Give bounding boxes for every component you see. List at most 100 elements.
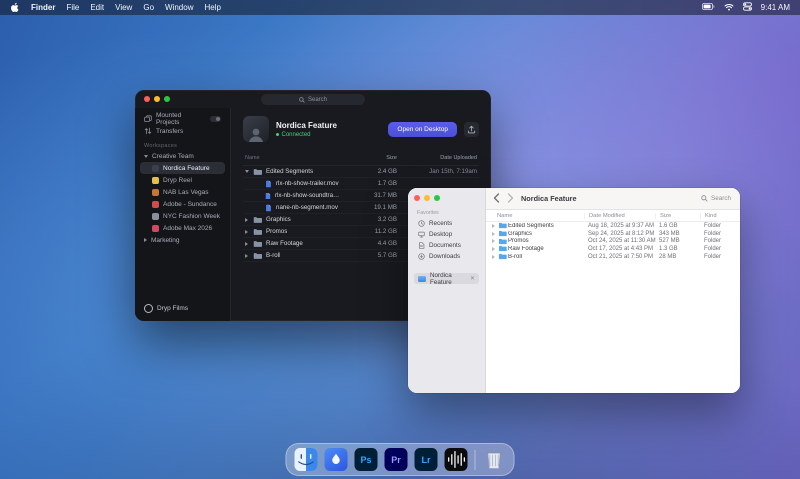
sidebar-item-label: Nordica Feature (163, 165, 210, 172)
column-date-uploaded[interactable]: Date Uploaded (397, 155, 477, 161)
disclosure-closed-icon[interactable] (492, 247, 495, 251)
dock-lightroom[interactable]: Lr (415, 448, 438, 471)
status-dot-icon (276, 133, 279, 136)
zoom-button[interactable] (164, 96, 170, 102)
workspace-icon (152, 213, 159, 220)
menu-item-window[interactable]: Window (165, 3, 193, 12)
column-date-modified[interactable]: Date Modified (584, 213, 659, 219)
eject-button[interactable]: ✕ (470, 275, 475, 282)
menu-item-view[interactable]: View (115, 3, 132, 12)
wifi-icon[interactable] (724, 3, 734, 13)
apple-menu-icon[interactable] (10, 2, 20, 13)
menu-clock[interactable]: 9:41 AM (761, 3, 790, 12)
sidebar-item-label: NAB Las Vegas (163, 189, 209, 196)
file-icon (265, 192, 271, 200)
sidebar-item-downloads[interactable]: Downloads (414, 251, 479, 262)
dock-finder[interactable] (295, 448, 318, 471)
folder-icon (253, 228, 262, 236)
control-center-icon[interactable] (743, 2, 752, 13)
column-size[interactable]: Size (655, 213, 704, 219)
menu-item-finder[interactable]: Finder (31, 3, 55, 12)
menu-item-go[interactable]: Go (143, 3, 154, 12)
dock-waveform-app[interactable] (445, 448, 468, 471)
battery-icon[interactable] (702, 3, 715, 12)
sidebar-item-label: NYC Fashion Week (163, 213, 220, 220)
sidebar-item-mounted-projects[interactable]: Mounted Projects (140, 113, 225, 125)
waveform-icon (445, 448, 468, 471)
column-name[interactable]: Name (245, 155, 341, 161)
project-title: Nordica Feature (276, 121, 337, 130)
menu-item-edit[interactable]: Edit (90, 3, 104, 12)
close-button[interactable] (144, 96, 150, 102)
finder-window-title: Nordica Feature (521, 194, 577, 203)
dock-dryp-app[interactable] (325, 448, 348, 471)
sidebar-item-transfers[interactable]: Transfers (140, 125, 225, 137)
column-kind[interactable]: Kind (700, 213, 732, 219)
folder-icon (498, 222, 507, 229)
sidebar-item-recents[interactable]: Recents (414, 218, 479, 229)
workspace-icon (152, 201, 159, 208)
dock-premiere[interactable]: Pr (385, 448, 408, 471)
dock-trash[interactable] (483, 448, 506, 471)
disclosure-closed-icon[interactable] (492, 232, 495, 236)
finder-row-promos[interactable]: Promos Oct 24, 2025 at 11:30 AM 527 MB F… (486, 237, 740, 245)
sidebar-group-label: Marketing (151, 237, 180, 244)
sidebar-item-desktop[interactable]: Desktop (414, 229, 479, 240)
account-label: Dryp Films (157, 305, 188, 312)
sidebar-item-nab-las-vegas[interactable]: NAB Las Vegas (140, 186, 225, 198)
desktop-icon (418, 231, 425, 238)
desktop: Finder File Edit View Go Window Help 9:4… (0, 0, 800, 479)
finder-list-header: Name Date Modified Size Kind (486, 210, 740, 222)
workspace-avatar-icon (152, 165, 159, 172)
disclosure-closed-icon[interactable] (245, 254, 248, 258)
sidebar-item-documents[interactable]: Documents (414, 240, 479, 251)
column-name[interactable]: Name (497, 213, 588, 219)
sidebar-group-marketing[interactable]: Marketing (140, 234, 225, 246)
disclosure-closed-icon[interactable] (492, 239, 495, 243)
sidebar-item-label: Transfers (156, 128, 183, 135)
finder-minimize-button[interactable] (424, 195, 430, 201)
finder-row-graphics[interactable]: Graphics Sep 24, 2025 at 8:12 PM 343 MB … (486, 230, 740, 238)
column-size[interactable]: Size (341, 155, 397, 161)
app-search-field[interactable]: Search (261, 94, 365, 105)
mounted-projects-toggle[interactable] (210, 116, 221, 122)
finder-row-raw-footage[interactable]: Raw Footage Oct 17, 2025 at 4:43 PM 1.3 … (486, 245, 740, 253)
disclosure-closed-icon[interactable] (245, 242, 248, 246)
dock-photoshop[interactable]: Ps (355, 448, 378, 471)
workspaces-section-label: Workspaces (144, 143, 221, 149)
sidebar-item-adobe-max-2026[interactable]: Adobe Max 2026 (140, 222, 225, 234)
sidebar-item-dryp-reel[interactable]: Dryp Reel (140, 174, 225, 186)
dryp-sidebar: Mounted Projects Transfers Workspaces Cr… (135, 108, 231, 321)
workspace-icon (152, 189, 159, 196)
sidebar-item-adobe-sundance[interactable]: Adobe - Sundance (140, 198, 225, 210)
account-footer[interactable]: Dryp Films (144, 304, 188, 313)
upload-button[interactable] (464, 122, 479, 137)
menu-item-file[interactable]: File (66, 3, 79, 12)
back-button[interactable] (493, 190, 500, 208)
finder-close-button[interactable] (414, 195, 420, 201)
disclosure-closed-icon[interactable] (245, 218, 248, 222)
menu-item-help[interactable]: Help (204, 3, 220, 12)
table-row-edited-segments[interactable]: Edited Segments 2.4 GB Jan 15th, 7:19am (243, 166, 479, 178)
finder-search-field[interactable]: Search (701, 195, 731, 202)
sidebar-item-label: Dryp Reel (163, 177, 192, 184)
sidebar-group-creative-team[interactable]: Creative Team (140, 150, 225, 162)
disclosure-closed-icon[interactable] (245, 230, 248, 234)
finder-zoom-button[interactable] (434, 195, 440, 201)
folder-icon (253, 252, 262, 260)
disclosure-closed-icon[interactable] (492, 224, 495, 228)
forward-button[interactable] (507, 190, 514, 208)
finder-row-edited-segments[interactable]: Edited Segments Aug 18, 2025 at 9:37 AM … (486, 222, 740, 230)
disclosure-open-icon[interactable] (245, 170, 249, 173)
search-icon (701, 195, 708, 202)
finder-row-b-roll[interactable]: B-roll Oct 21, 2025 at 7:50 PM 28 MB Fol… (486, 253, 740, 261)
chevron-down-icon (144, 155, 148, 158)
disclosure-closed-icon[interactable] (492, 255, 495, 259)
sidebar-item-nyc-fashion-week[interactable]: NYC Fashion Week (140, 210, 225, 222)
transfers-icon (144, 127, 152, 135)
sidebar-item-nordica-feature-volume[interactable]: Nordica Feature ✕ (414, 273, 479, 284)
projects-icon (144, 115, 152, 123)
sidebar-item-nordica-feature[interactable]: Nordica Feature (140, 162, 225, 174)
open-on-desktop-button[interactable]: Open on Desktop (388, 122, 457, 137)
minimize-button[interactable] (154, 96, 160, 102)
